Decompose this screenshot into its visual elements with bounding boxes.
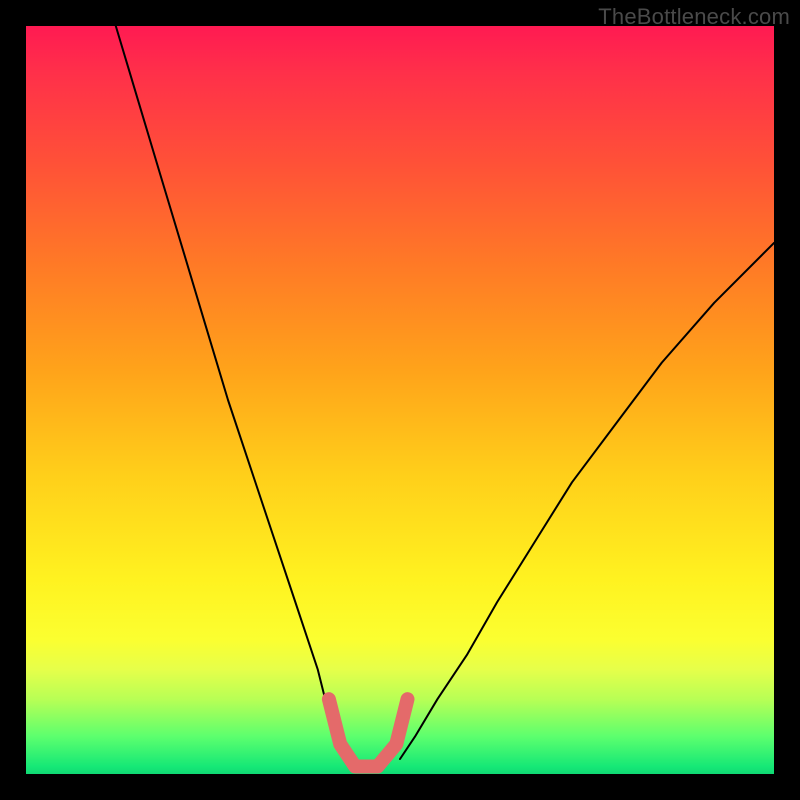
- series-pink-highlight: [329, 699, 408, 766]
- plot-area: [26, 26, 774, 774]
- chart-frame: TheBottleneck.com: [0, 0, 800, 800]
- series-black-curve-right: [400, 243, 774, 759]
- series-black-curve-left: [116, 26, 344, 759]
- curves-svg: [26, 26, 774, 774]
